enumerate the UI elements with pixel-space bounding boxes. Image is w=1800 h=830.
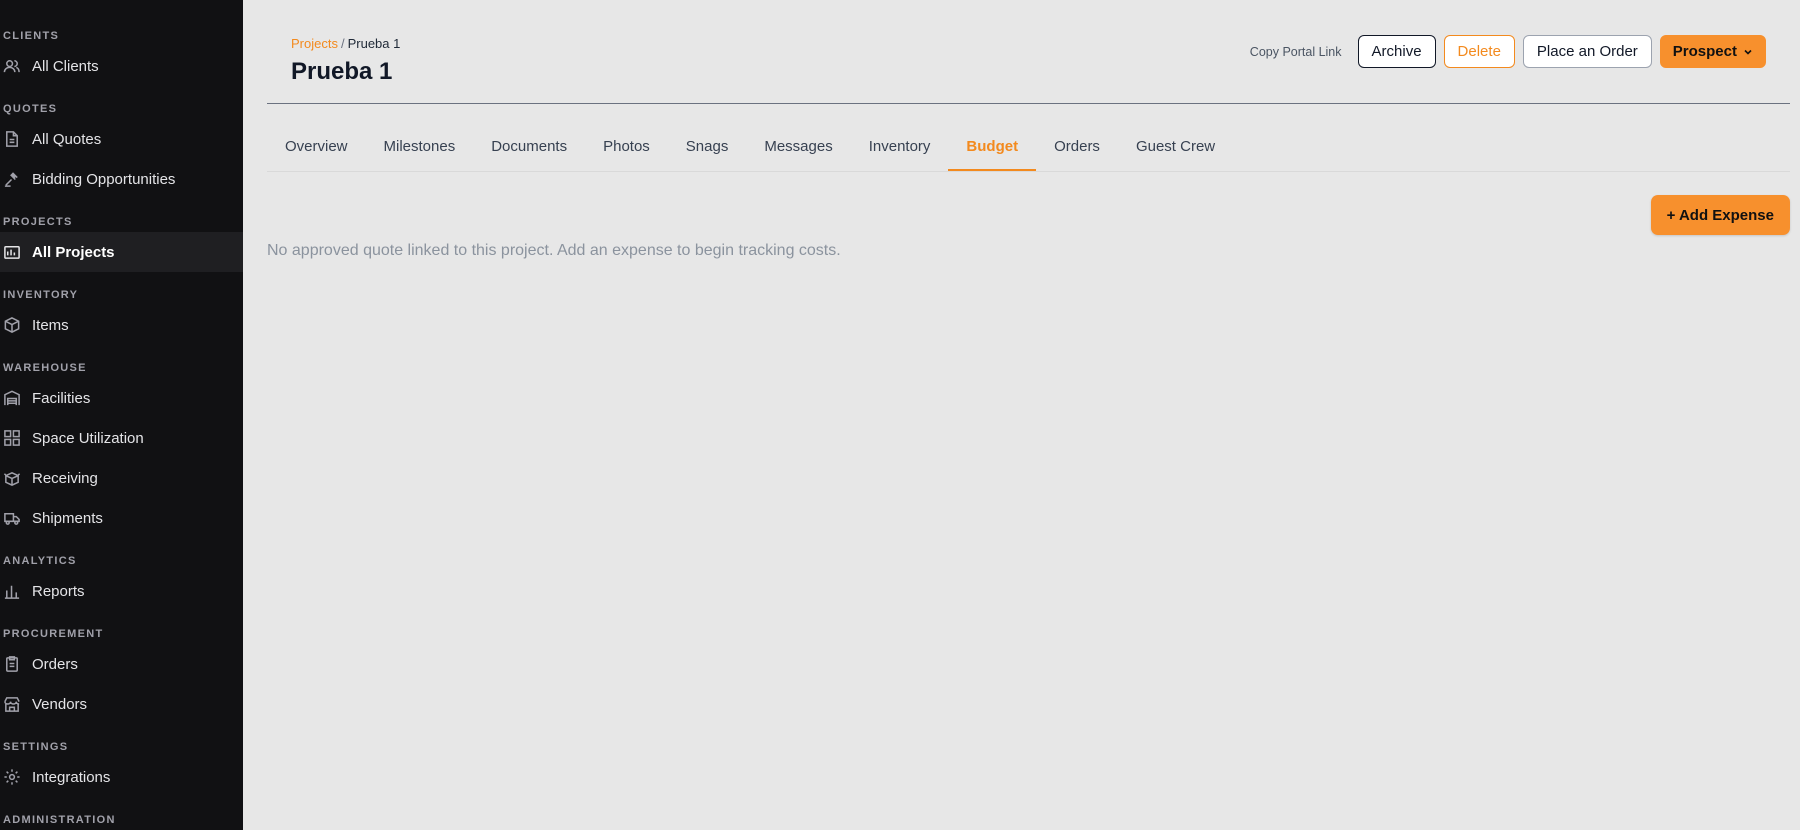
- tab-milestones[interactable]: Milestones: [384, 138, 456, 171]
- main-content: Projects / Prueba 1 Prueba 1 Copy Portal L…: [243, 0, 1800, 830]
- document-icon: [2, 129, 22, 149]
- truck-icon: [2, 508, 22, 528]
- sidebar-item-label: All Clients: [32, 57, 99, 75]
- sidebar-item-label: Integrations: [32, 768, 111, 786]
- tab-photos[interactable]: Photos: [603, 138, 650, 171]
- grid-icon: [2, 428, 22, 448]
- sidebar-item-vendors[interactable]: Vendors: [0, 684, 243, 724]
- projects-icon: [2, 242, 22, 262]
- archive-button[interactable]: Archive: [1357, 35, 1436, 68]
- sidebar-item-all-projects[interactable]: All Projects: [0, 232, 243, 272]
- warehouse-icon: [2, 388, 22, 408]
- store-icon: [2, 694, 22, 714]
- sidebar-item-shipments[interactable]: Shipments: [0, 498, 243, 538]
- users-icon: [2, 56, 22, 76]
- sidebar-item-label: Vendors: [32, 695, 88, 713]
- sidebar-section-title: ANALYTICS: [3, 555, 77, 567]
- sidebar-item-facilities[interactable]: Facilities: [0, 378, 243, 418]
- delete-button[interactable]: Delete: [1443, 35, 1515, 68]
- sidebar-item-label: Facilities: [32, 389, 91, 407]
- sidebar-item-label: Reports: [32, 582, 85, 600]
- tab-overview[interactable]: Overview: [285, 138, 348, 171]
- tab-guest-crew[interactable]: Guest Crew: [1136, 138, 1215, 171]
- chevron-down-icon: [1744, 49, 1752, 55]
- sidebar-item-label: Shipments: [32, 509, 103, 527]
- sidebar-item-label: Receiving: [32, 469, 98, 487]
- tab-messages[interactable]: Messages: [764, 138, 832, 171]
- sidebar-item-label: Items: [32, 316, 69, 334]
- page-header: Projects / Prueba 1 Prueba 1 Copy Portal L…: [267, 0, 1790, 104]
- sidebar-section-title: CLIENTS: [3, 30, 60, 42]
- sidebar-item-all-quotes[interactable]: All Quotes: [0, 119, 243, 159]
- project-tabs: Overview Milestones Documents Photos Snags Me…: [267, 104, 1790, 172]
- sidebar-section-title: QUOTES: [3, 103, 58, 115]
- sidebar: CLIENTS All Clients QUOTES All Quotes Biddin…: [0, 0, 243, 830]
- sidebar-item-label: Orders: [32, 655, 78, 673]
- tab-orders[interactable]: Orders: [1054, 138, 1100, 171]
- breadcrumb-projects-link[interactable]: Projects: [291, 36, 338, 51]
- sidebar-item-label: Bidding Opportunities: [32, 170, 176, 188]
- tab-budget[interactable]: Budget: [948, 138, 1037, 171]
- place-order-button[interactable]: Place an Order: [1522, 35, 1652, 68]
- page-title: Prueba 1: [291, 58, 393, 85]
- sidebar-item-bidding-opportunities[interactable]: Bidding Opportunities: [0, 159, 243, 199]
- sidebar-item-space-utilization[interactable]: Space Utilization: [0, 418, 243, 458]
- sidebar-item-items[interactable]: Items: [0, 305, 243, 345]
- sidebar-section-title: ADMINISTRATION: [3, 814, 116, 826]
- clipboard-icon: [2, 654, 22, 674]
- empty-state-message: No approved quote linked to this project…: [267, 242, 841, 259]
- breadcrumb: Projects / Prueba 1: [291, 36, 400, 51]
- sidebar-item-receiving[interactable]: Receiving: [0, 458, 243, 498]
- copy-portal-link-button[interactable]: Copy Portal Link: [1242, 35, 1350, 68]
- sidebar-item-all-clients[interactable]: All Clients: [0, 46, 243, 86]
- tab-snags[interactable]: Snags: [686, 138, 729, 171]
- sidebar-item-orders[interactable]: Orders: [0, 644, 243, 684]
- sidebar-section-title: SETTINGS: [3, 741, 69, 753]
- sidebar-section-title: INVENTORY: [3, 289, 79, 301]
- sidebar-section-title: PROJECTS: [3, 216, 73, 228]
- sidebar-item-label: All Projects: [32, 243, 115, 261]
- status-label: Prospect: [1672, 43, 1737, 60]
- tab-documents[interactable]: Documents: [491, 138, 567, 171]
- sidebar-section-title: PROCUREMENT: [3, 628, 104, 640]
- box-open-icon: [2, 468, 22, 488]
- sidebar-item-integrations[interactable]: Integrations: [0, 757, 243, 797]
- tab-inventory[interactable]: Inventory: [869, 138, 931, 171]
- sidebar-item-label: All Quotes: [32, 130, 102, 148]
- bar-chart-icon: [2, 581, 22, 601]
- gavel-icon: [2, 169, 22, 189]
- sidebar-item-reports[interactable]: Reports: [0, 571, 243, 611]
- sidebar-section-title: WAREHOUSE: [3, 362, 87, 374]
- add-expense-button[interactable]: + Add Expense: [1650, 195, 1790, 235]
- status-dropdown-button[interactable]: Prospect: [1659, 35, 1766, 68]
- sidebar-item-label: Space Utilization: [32, 429, 144, 447]
- breadcrumb-current: Prueba 1: [347, 36, 401, 51]
- header-actions: Copy Portal Link Archive Delete Place an…: [1242, 35, 1766, 68]
- cube-icon: [2, 315, 22, 335]
- gear-icon: [2, 767, 22, 787]
- breadcrumb-separator: /: [340, 36, 345, 51]
- budget-toolbar: + Add Expense: [267, 172, 1790, 242]
